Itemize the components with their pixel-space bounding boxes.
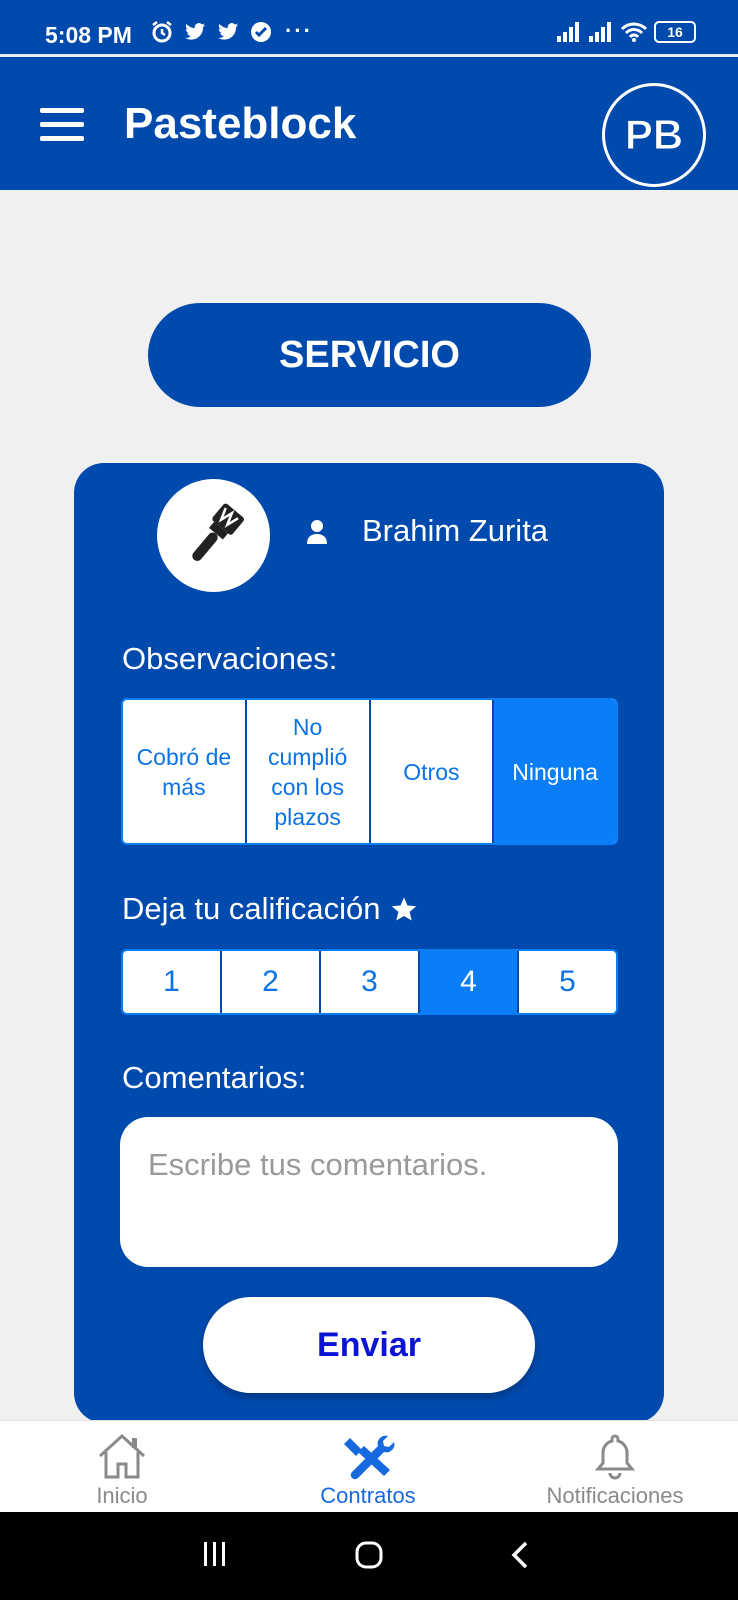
battery-icon: 16 — [654, 21, 696, 43]
rating-label: Deja tu calificación — [122, 891, 418, 927]
rating-card: Brahim Zurita Observaciones: Cobró de má… — [74, 463, 664, 1423]
rating-option-1[interactable]: 1 — [123, 951, 222, 1013]
status-time: 5:08 PM — [45, 22, 132, 48]
nav-item-inicio[interactable]: Inicio — [82, 1421, 162, 1513]
pb-logo-icon: PB — [624, 111, 683, 159]
alarm-icon — [152, 21, 172, 43]
send-button[interactable]: Enviar — [203, 1297, 535, 1393]
app-title: Pasteblock — [124, 99, 357, 148]
observation-option-missed-deadlines[interactable]: No cumplió con los plazos — [247, 700, 371, 843]
nav-label: Contratos — [320, 1483, 416, 1508]
rating-option-4[interactable]: 4 — [420, 951, 519, 1013]
user-icon — [307, 520, 327, 544]
tools-icon — [344, 1435, 395, 1480]
service-avatar — [157, 479, 270, 592]
paint-brush-icon — [191, 503, 244, 561]
rating-selector: 1 2 3 4 5 — [121, 949, 618, 1015]
twitter-icon — [185, 23, 205, 40]
service-button[interactable]: SERVICIO — [148, 303, 591, 407]
nav-label: Notificaciones — [546, 1483, 684, 1508]
bell-icon — [594, 1434, 636, 1480]
logo-text: PB — [625, 111, 683, 158]
user-name: Brahim Zurita — [362, 513, 549, 548]
bottom-nav: Inicio Contratos Notificaciones — [0, 1420, 738, 1512]
home-icon — [98, 1433, 146, 1479]
status-bar: 5:08 PM ··· 16 — [0, 0, 738, 54]
observation-option-none[interactable]: Ninguna — [494, 700, 616, 843]
rating-option-2[interactable]: 2 — [222, 951, 321, 1013]
observation-option-other[interactable]: Otros — [371, 700, 495, 843]
rating-label-text: Deja tu calificación — [122, 891, 381, 926]
comments-input[interactable] — [120, 1117, 618, 1267]
observations-selector: Cobró de más No cumplió con los plazos O… — [121, 698, 618, 845]
signal-icon — [557, 22, 579, 42]
rating-option-3[interactable]: 3 — [321, 951, 420, 1013]
star-icon — [392, 897, 417, 921]
system-nav-bar — [0, 1512, 738, 1600]
twitter-icon — [218, 23, 238, 40]
logo: PB — [602, 83, 706, 187]
home-button-icon[interactable] — [354, 1540, 384, 1570]
nav-item-contratos[interactable]: Contratos — [308, 1421, 428, 1513]
recent-apps-icon[interactable] — [202, 1540, 228, 1568]
observations-label: Observaciones: — [122, 641, 338, 676]
rating-option-5[interactable]: 5 — [519, 951, 616, 1013]
signal-icon — [589, 22, 611, 42]
observation-option-overcharged[interactable]: Cobró de más — [123, 700, 247, 843]
back-icon[interactable] — [508, 1540, 530, 1570]
app-bar: Pasteblock PB — [0, 57, 738, 190]
wifi-icon — [620, 22, 648, 42]
comments-label: Comentarios: — [122, 1060, 307, 1095]
check-circle-icon — [251, 22, 271, 42]
more-notifications-icon: ··· — [285, 18, 313, 43]
nav-label: Inicio — [96, 1483, 148, 1508]
hamburger-menu-icon[interactable] — [40, 108, 84, 142]
nav-item-notificaciones[interactable]: Notificaciones — [530, 1421, 700, 1513]
